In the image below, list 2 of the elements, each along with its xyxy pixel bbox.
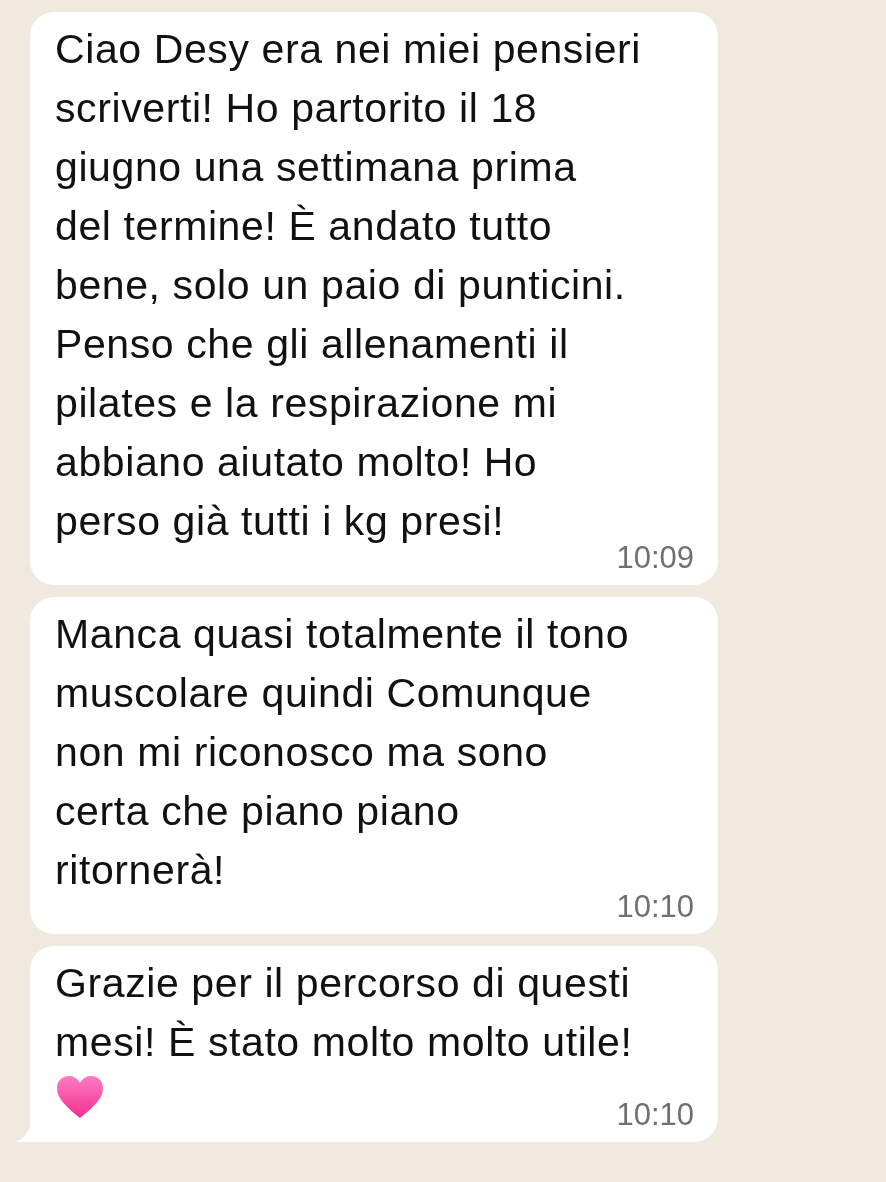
message-time: 10:10 — [616, 1096, 694, 1134]
message-text: Grazie per il percorso di questi mesi! È stato molto molto utile! — [55, 959, 634, 1067]
